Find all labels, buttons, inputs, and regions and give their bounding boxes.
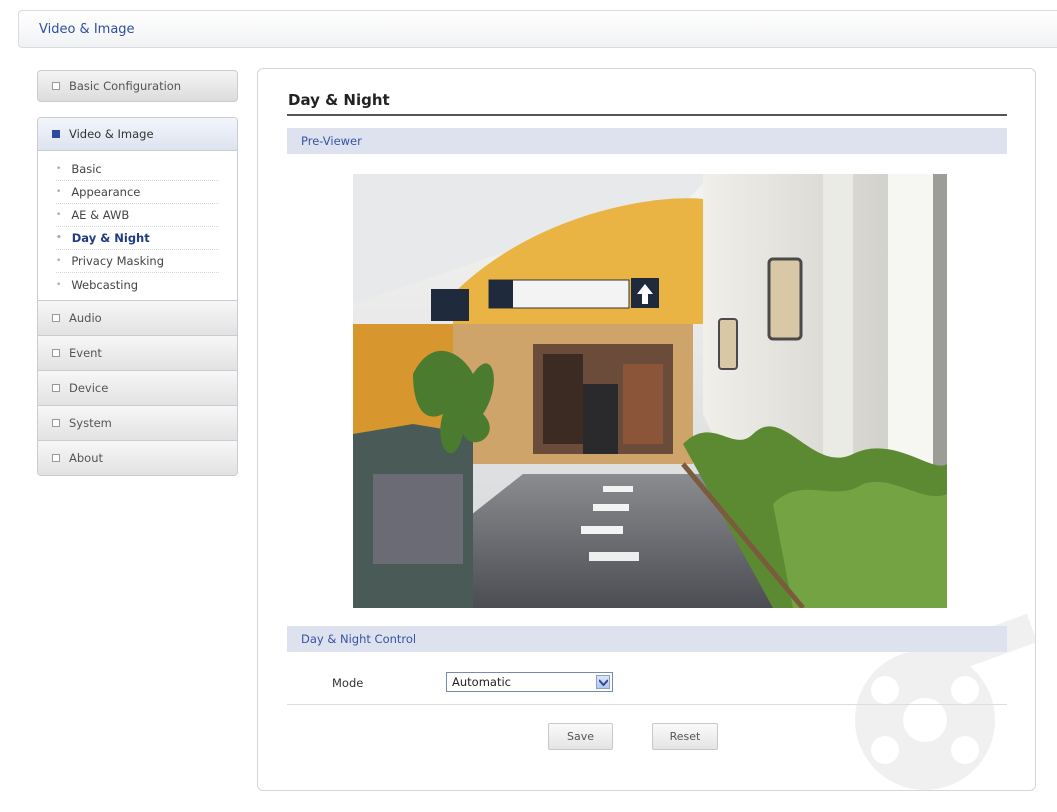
page-title: Day & Night (288, 91, 390, 109)
dot-icon: • (56, 279, 62, 290)
sidebar-item-about[interactable]: About (38, 440, 237, 475)
square-bullet-icon (52, 349, 60, 357)
sidebar-item-label: System (69, 416, 112, 430)
section-header-day-night-control: Day & Night Control (287, 626, 1007, 652)
dot-icon: • (56, 187, 62, 197)
submenu-label: Day & Night (71, 231, 150, 245)
dot-icon: • (56, 210, 62, 220)
submenu-item-webcasting[interactable]: • Webcasting (56, 273, 219, 296)
title-divider (287, 114, 1007, 116)
submenu-label: Appearance (71, 185, 141, 199)
sidebar-item-audio[interactable]: Audio (38, 300, 237, 335)
section-header-pre-viewer: Pre-Viewer (287, 128, 1007, 154)
mode-label: Mode (332, 676, 364, 690)
sidebar-item-label: Audio (69, 311, 102, 325)
top-header: Video & Image (18, 10, 1057, 48)
dot-icon: • (56, 164, 62, 174)
save-button[interactable]: Save (548, 723, 613, 750)
dot-icon: • (56, 256, 62, 266)
dot-icon: • (56, 233, 62, 243)
sidebar-item-system[interactable]: System (38, 405, 237, 440)
camera-preview-image (353, 174, 947, 608)
sidebar-item-label: Video & Image (69, 127, 154, 141)
sidebar-item-label: Basic Configuration (69, 79, 182, 93)
hallway-scene (353, 174, 947, 608)
square-bullet-icon (52, 419, 60, 427)
mode-select[interactable]: Automatic (446, 672, 613, 692)
sidebar-item-label: Device (69, 381, 109, 395)
main-panel: Day & Night Pre-Viewer Day & Night Contr… (257, 68, 1036, 791)
reset-button[interactable]: Reset (652, 723, 718, 750)
submenu-label: AE & AWB (71, 208, 130, 222)
square-bullet-icon (52, 384, 60, 392)
sidebar-item-event[interactable]: Event (38, 335, 237, 370)
submenu-label: Privacy Masking (71, 254, 165, 268)
sidebar-item-video-image[interactable]: Video & Image (38, 118, 237, 151)
submenu-item-ae-awb[interactable]: • AE & AWB (56, 204, 219, 227)
sidebar-item-label: About (69, 451, 104, 465)
square-bullet-icon (52, 82, 60, 90)
square-bullet-icon (52, 130, 60, 138)
submenu: • Basic • Appearance • AE & AWB • Day & Nigh… (38, 151, 237, 300)
submenu-item-appearance[interactable]: • Appearance (56, 181, 219, 204)
square-bullet-icon (52, 314, 60, 322)
sidebar: Basic Configuration Video & Image • Basic… (37, 70, 238, 476)
submenu-item-basic[interactable]: • Basic (56, 158, 219, 181)
chevron-down-icon[interactable] (596, 675, 610, 689)
form-divider (287, 704, 1007, 705)
submenu-item-day-night[interactable]: • Day & Night (56, 227, 219, 250)
submenu-label: Basic (71, 162, 102, 176)
submenu-label: Webcasting (71, 277, 139, 292)
mode-select-value: Automatic (452, 675, 511, 689)
sidebar-item-basic-configuration[interactable]: Basic Configuration (37, 70, 238, 102)
sidebar-group: Video & Image • Basic • Appearance • AE & A… (37, 117, 238, 476)
sidebar-item-label: Event (69, 346, 102, 360)
header-title: Video & Image (39, 22, 135, 37)
sidebar-item-device[interactable]: Device (38, 370, 237, 405)
square-bullet-icon (52, 454, 60, 462)
submenu-item-privacy-masking[interactable]: • Privacy Masking (56, 250, 219, 273)
